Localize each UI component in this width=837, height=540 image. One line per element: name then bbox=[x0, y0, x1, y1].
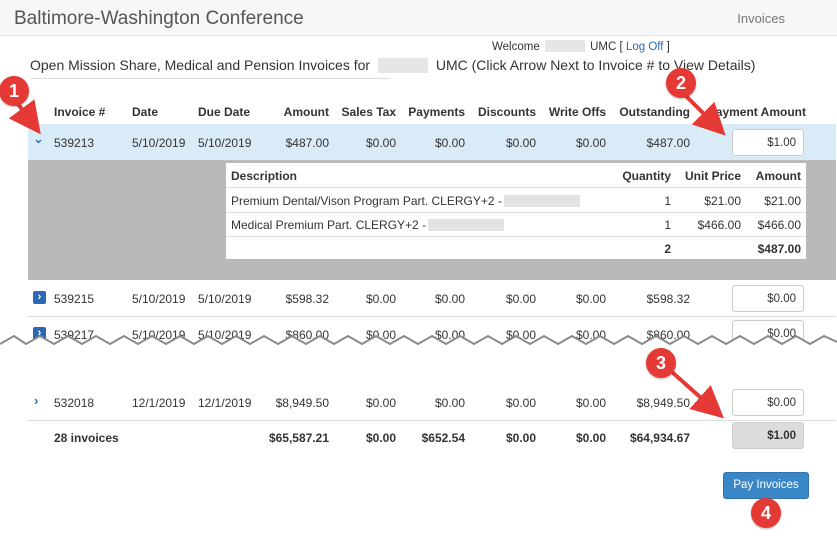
chevron-right-icon[interactable]: › bbox=[34, 393, 38, 408]
redacted-name bbox=[544, 40, 585, 52]
col-discounts: Discounts bbox=[477, 105, 536, 119]
invoice-number: 539213 bbox=[54, 136, 95, 150]
invoice-outstanding: $8,949.50 bbox=[636, 396, 690, 410]
detail-unit-price: $466.00 bbox=[697, 218, 741, 232]
bracket-close: ] bbox=[666, 41, 670, 53]
invoice-date: 5/10/2019 bbox=[132, 292, 186, 306]
invoice-writeoffs: $0.00 bbox=[575, 136, 606, 150]
torn-edge bbox=[0, 334, 837, 358]
welcome-line: Welcome UMC [ Log Off ] bbox=[492, 40, 670, 53]
step-badge-4: 4 bbox=[751, 498, 781, 528]
detail-unit-price: $21.00 bbox=[704, 194, 741, 208]
heading-text-before: Open Mission Share, Medical and Pension … bbox=[30, 57, 371, 73]
detail-col-unit-price: Unit Price bbox=[684, 169, 741, 183]
invoice-date: 12/1/2019 bbox=[132, 396, 186, 410]
detail-quantity: 1 bbox=[664, 218, 671, 232]
col-write-offs: Write Offs bbox=[548, 105, 606, 119]
redacted-detail bbox=[503, 195, 580, 207]
page-heading: Open Mission Share, Medical and Pension … bbox=[30, 57, 755, 73]
invoice-writeoffs: $0.00 bbox=[575, 292, 606, 306]
invoice-due-date: 12/1/2019 bbox=[198, 396, 252, 410]
detail-divider bbox=[226, 236, 806, 237]
invoice-tax: $0.00 bbox=[365, 136, 396, 150]
chevron-down-icon[interactable]: ⌄ bbox=[33, 131, 44, 147]
invoice-due-date: 5/10/2019 bbox=[198, 292, 252, 306]
invoice-number: 539215 bbox=[54, 292, 95, 306]
total-tax: $0.00 bbox=[365, 431, 396, 445]
invoice-payments: $0.00 bbox=[434, 136, 465, 150]
invoice-due-date: 5/10/2019 bbox=[198, 136, 252, 150]
row-divider bbox=[28, 316, 836, 317]
invoice-payments: $0.00 bbox=[434, 396, 465, 410]
invoice-count: 28 invoices bbox=[54, 431, 119, 445]
detail-amount: $466.00 bbox=[757, 218, 801, 232]
payment-amount-input[interactable]: $0.00 bbox=[732, 285, 804, 312]
invoice-tax: $0.00 bbox=[365, 292, 396, 306]
col-amount: Amount bbox=[283, 105, 329, 119]
invoice-discounts: $0.00 bbox=[505, 136, 536, 150]
detail-total-amount: $487.00 bbox=[757, 242, 801, 256]
total-payments: $652.54 bbox=[421, 431, 465, 445]
total-outstanding: $64,934.67 bbox=[629, 431, 690, 445]
invoice-date: 5/10/2019 bbox=[132, 136, 186, 150]
detail-amount: $21.00 bbox=[764, 194, 801, 208]
welcome-label: Welcome bbox=[492, 41, 540, 53]
detail-item: Medical Premium Part. CLERGY+2 - bbox=[231, 218, 505, 232]
detail-description: Medical Premium Part. CLERGY+2 - bbox=[231, 218, 427, 232]
invoice-outstanding: $487.00 bbox=[646, 136, 690, 150]
invoice-payments: $0.00 bbox=[434, 292, 465, 306]
invoice-amount: $8,949.50 bbox=[275, 396, 329, 410]
col-outstanding: Outstanding bbox=[619, 105, 690, 119]
redacted-detail bbox=[428, 219, 505, 231]
pay-invoices-button[interactable]: Pay Invoices bbox=[723, 472, 809, 499]
detail-col-amount: Amount bbox=[755, 169, 801, 183]
bracket-open: [ bbox=[619, 41, 623, 53]
row-divider bbox=[28, 420, 836, 421]
heading-text-after: UMC (Click Arrow Next to Invoice # to Vi… bbox=[435, 57, 756, 73]
col-date: Date bbox=[132, 105, 159, 119]
conference-title: Baltimore-Washington Conference bbox=[14, 8, 304, 29]
invoice-number: 532018 bbox=[54, 396, 95, 410]
col-payment-amount: Payment Amount bbox=[707, 105, 806, 119]
detail-divider bbox=[226, 212, 806, 213]
nav-invoices[interactable]: Invoices bbox=[737, 11, 785, 26]
detail-item: Premium Dental/Vison Program Part. CLERG… bbox=[231, 194, 580, 208]
step-badge-2: 2 bbox=[666, 68, 696, 98]
redacted-church bbox=[377, 58, 428, 73]
invoice-discounts: $0.00 bbox=[505, 396, 536, 410]
invoice-amount: $598.32 bbox=[285, 292, 329, 306]
payment-amount-input[interactable]: $1.00 bbox=[732, 129, 804, 156]
detail-divider bbox=[226, 187, 806, 188]
total-discounts: $0.00 bbox=[505, 431, 536, 445]
detail-description: Premium Dental/Vison Program Part. CLERG… bbox=[231, 194, 502, 208]
invoice-amount: $487.00 bbox=[285, 136, 329, 150]
payment-amount-input[interactable]: $0.00 bbox=[732, 389, 804, 416]
welcome-umc: UMC bbox=[590, 41, 617, 53]
invoice-outstanding: $598.32 bbox=[646, 292, 690, 306]
col-invoice: Invoice # bbox=[54, 105, 106, 119]
heading-divider bbox=[30, 78, 390, 79]
logoff-link[interactable]: Log Off bbox=[626, 41, 664, 53]
detail-total-quantity: 2 bbox=[664, 242, 671, 256]
step-badge-1: 1 bbox=[0, 76, 29, 106]
detail-col-description: Description bbox=[231, 169, 298, 183]
invoice-tax: $0.00 bbox=[365, 396, 396, 410]
page-header: Baltimore-Washington Conference Invoices bbox=[0, 0, 837, 36]
col-due-date: Due Date bbox=[198, 105, 251, 119]
chevron-right-icon[interactable]: › bbox=[33, 291, 46, 304]
total-writeoffs: $0.00 bbox=[575, 431, 606, 445]
total-amount: $65,587.21 bbox=[268, 431, 329, 445]
invoice-discounts: $0.00 bbox=[505, 292, 536, 306]
col-payments: Payments bbox=[408, 105, 465, 119]
total-payment-amount: $1.00 bbox=[732, 422, 804, 449]
step-badge-3: 3 bbox=[646, 348, 676, 378]
detail-quantity: 1 bbox=[664, 194, 671, 208]
invoice-writeoffs: $0.00 bbox=[575, 396, 606, 410]
col-sales-tax: Sales Tax bbox=[341, 105, 396, 119]
detail-col-quantity: Quantity bbox=[622, 169, 671, 183]
